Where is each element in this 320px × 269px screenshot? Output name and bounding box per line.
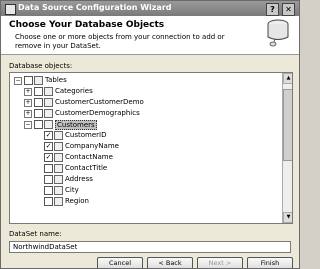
tree-item-label: Tables: [45, 76, 67, 84]
expand-icon[interactable]: +: [24, 110, 32, 118]
table-icon: [44, 120, 53, 129]
back-button[interactable]: < Back: [147, 257, 193, 268]
tree-item-label: ContactTitle: [65, 164, 108, 172]
help-button[interactable]: ?: [266, 3, 279, 16]
expand-icon[interactable]: +: [24, 88, 32, 96]
tree-scrollbar[interactable]: ▲ ▼: [282, 73, 292, 223]
wizard-header: Choose Your Database Objects Choose one …: [1, 16, 299, 55]
tree-item-label: CompanyName: [65, 142, 119, 150]
collapse-icon[interactable]: −: [14, 77, 22, 85]
wizard-window: Data Source Configuration Wizard ? ✕ Cho…: [0, 0, 300, 269]
finish-button[interactable]: Finish: [247, 257, 293, 268]
tree-item-label: CustomerCustomerDemo: [55, 98, 144, 106]
column-icon: [54, 197, 63, 206]
tree-item-checkbox[interactable]: ✓: [44, 153, 53, 162]
table-icon: [44, 98, 53, 107]
column-icon: [54, 175, 63, 184]
tree-item-label: Address: [65, 175, 93, 183]
dataset-name-input[interactable]: NorthwindDataSet: [9, 241, 291, 253]
page-title: Choose Your Database Objects: [9, 20, 165, 30]
window-title: Data Source Configuration Wizard: [18, 3, 172, 12]
scroll-down-arrow-icon[interactable]: ▼: [283, 212, 292, 223]
database-objects-tree[interactable]: − Tables + Categories + CustomerCustomerDemo +…: [9, 72, 293, 224]
tree-item-checkbox[interactable]: [44, 186, 53, 195]
collapse-icon[interactable]: −: [24, 121, 32, 129]
tree-item-label: CustomerDemographics: [55, 109, 140, 117]
close-button[interactable]: ✕: [282, 3, 295, 16]
next-button[interactable]: Next >: [197, 257, 243, 268]
expand-icon[interactable]: +: [24, 99, 32, 107]
column-icon: [54, 131, 63, 140]
table-icon: [44, 109, 53, 118]
tree-item-checkbox[interactable]: [44, 164, 53, 173]
database-objects-label: Database objects:: [9, 62, 73, 70]
column-icon: [54, 186, 63, 195]
tree-item-label: Region: [65, 197, 89, 205]
wizard-button-row: Cancel < Back Next > Finish: [1, 257, 299, 268]
title-bar: Data Source Configuration Wizard ? ✕: [1, 1, 299, 16]
tree-item-label: CustomerID: [65, 131, 107, 139]
cancel-button[interactable]: Cancel: [97, 257, 143, 268]
table-icon: [44, 87, 53, 96]
tree-item-checkbox[interactable]: [44, 197, 53, 206]
dataset-name-label: DataSet name:: [9, 230, 62, 238]
tree-item-checkbox[interactable]: ✓: [44, 142, 53, 151]
tree-item-label: ContactName: [65, 153, 113, 161]
column-icon: [54, 164, 63, 173]
tree-item-checkbox[interactable]: [34, 109, 43, 118]
tree-item-checkbox[interactable]: [34, 87, 43, 96]
column-icon: [54, 153, 63, 162]
page-description: Choose one or more objects from your con…: [15, 33, 225, 50]
scroll-thumb[interactable]: [283, 89, 292, 161]
column-icon: [54, 142, 63, 151]
tree-item-checkbox[interactable]: [34, 98, 43, 107]
wizard-app-icon: [5, 4, 16, 15]
tables-icon: [34, 76, 43, 85]
tree-item-checkbox[interactable]: [34, 120, 43, 129]
tree-item-checkbox[interactable]: ✓: [44, 131, 53, 140]
tree-item-label: Categories: [55, 87, 93, 95]
tree-item-label: Customers: [55, 120, 97, 130]
scroll-up-arrow-icon[interactable]: ▲: [283, 73, 292, 84]
tree-item-checkbox[interactable]: [44, 175, 53, 184]
tree-item-label: City: [65, 186, 79, 194]
tree-item-checkbox[interactable]: [24, 76, 33, 85]
database-icon: [267, 19, 289, 47]
